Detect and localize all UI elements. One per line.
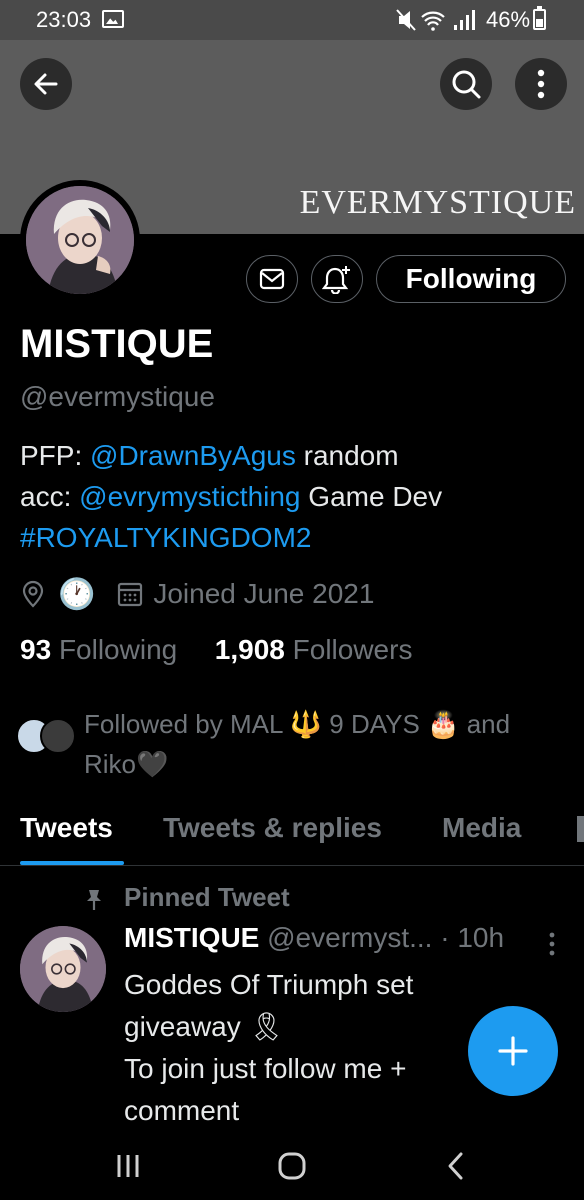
- bio-role: Game Dev: [308, 481, 443, 512]
- bio-pfp-link[interactable]: @DrawnByAgus: [90, 440, 296, 471]
- tab-active-indicator: [20, 861, 124, 865]
- gallery-icon: [102, 10, 124, 28]
- followed-by-middle: 9 DAYS: [329, 709, 420, 739]
- bio-acc-link[interactable]: @evrymysticthing: [79, 481, 300, 512]
- notifications-button[interactable]: [311, 255, 363, 303]
- tweet-header: MISTIQUE @evermyst... · 10h: [124, 922, 564, 962]
- tweet-author-name[interactable]: MISTIQUE: [124, 922, 259, 953]
- profile-display-name: MISTIQUE: [20, 322, 214, 366]
- profile-bio: PFP: @DrawnByAgus random acc: @evrymysti…: [20, 435, 560, 558]
- profile-handle: @evermystique: [20, 381, 215, 412]
- following-stat[interactable]: 93 Following: [20, 634, 177, 665]
- heart-emoji: 🖤: [136, 749, 169, 779]
- location-icon: [22, 580, 44, 608]
- bell-plus-icon: [322, 266, 350, 294]
- search-icon: [452, 70, 481, 99]
- profile-tabs: Tweets Tweets & replies Media: [0, 802, 584, 866]
- avatar-image: [26, 186, 134, 294]
- followers-stat-label: Followers: [292, 634, 413, 665]
- pin-icon: [87, 890, 101, 910]
- followers-stat[interactable]: 1,908 Followers: [215, 634, 413, 665]
- bio-pfp-label: PFP:: [20, 440, 83, 471]
- back-arrow-icon: [34, 73, 58, 95]
- followed-by-and: and: [466, 709, 511, 739]
- tab-media[interactable]: Media: [442, 812, 521, 844]
- plus-icon: [498, 1036, 528, 1066]
- bio-acc-label: acc:: [20, 481, 72, 512]
- system-navigation-bar: [0, 1132, 584, 1200]
- home-button[interactable]: [272, 1146, 312, 1186]
- system-icons: [396, 7, 482, 39]
- joined-date: Joined June 2021: [153, 578, 375, 609]
- system-back-button[interactable]: [436, 1146, 476, 1186]
- tweet-more-icon[interactable]: [548, 932, 556, 956]
- tweet-separator: ·: [440, 922, 450, 953]
- following-stat-label: Following: [58, 634, 178, 665]
- tab-tweets-replies[interactable]: Tweets & replies: [163, 812, 382, 844]
- profile-stats: 93 Following 1,908 Followers: [20, 634, 412, 666]
- bio-random-label: random: [303, 440, 399, 471]
- following-button[interactable]: Following: [376, 255, 566, 303]
- profile-meta: 🕐 Joined June 2021: [20, 574, 374, 614]
- clock-emoji: 🕐: [58, 577, 96, 611]
- trident-emoji: 🔱: [289, 709, 323, 739]
- tweet-author-handle: @evermyst...: [267, 922, 433, 953]
- pinned-tweet-label: Pinned Tweet: [124, 882, 290, 912]
- followers-count: 1,908: [214, 634, 285, 665]
- cake-emoji: 🎂: [427, 709, 460, 739]
- back-button[interactable]: [20, 58, 72, 110]
- tweet-avatar[interactable]: [20, 926, 106, 1012]
- battery-icon: [533, 6, 546, 30]
- search-button[interactable]: [440, 58, 492, 110]
- profile-avatar[interactable]: [20, 180, 140, 300]
- banner-text: EVERMYSTIQUE: [299, 184, 576, 221]
- follower-avatar: [40, 718, 76, 754]
- chevron-left-icon: [448, 1152, 463, 1180]
- tweet-time: 10h: [457, 922, 505, 953]
- battery-percent: 46%: [486, 7, 531, 32]
- recent-apps-icon: [117, 1155, 139, 1177]
- more-options-button[interactable]: [515, 58, 567, 110]
- message-button[interactable]: [246, 255, 298, 303]
- tweet-text: Goddes Of Triumph set giveaway 🎗 To join…: [124, 969, 414, 1126]
- followed-by-prefix: Followed by MAL: [84, 709, 283, 739]
- status-time: 23:03: [36, 7, 92, 32]
- mail-icon: [259, 268, 285, 290]
- status-bar: 23:03 46%: [0, 0, 584, 40]
- more-vertical-icon: [537, 69, 545, 99]
- followed-by-text: Followed by MAL 🔱 9 DAYS 🎂 and Riko🖤: [84, 704, 554, 784]
- bio-hashtag[interactable]: #ROYALTYKINGDOM2: [20, 522, 311, 553]
- home-icon: [278, 1152, 306, 1180]
- followed-by-last: Riko: [84, 749, 137, 779]
- calendar-icon: [118, 582, 143, 607]
- following-count: 93: [20, 634, 52, 665]
- followed-by[interactable]: Followed by MAL 🔱 9 DAYS 🎂 and Riko🖤: [16, 704, 556, 784]
- compose-tweet-button[interactable]: [468, 1006, 558, 1096]
- recent-apps-button[interactable]: [108, 1146, 148, 1186]
- tab-tweets[interactable]: Tweets: [20, 812, 113, 844]
- tab-next-cut[interactable]: [577, 816, 584, 842]
